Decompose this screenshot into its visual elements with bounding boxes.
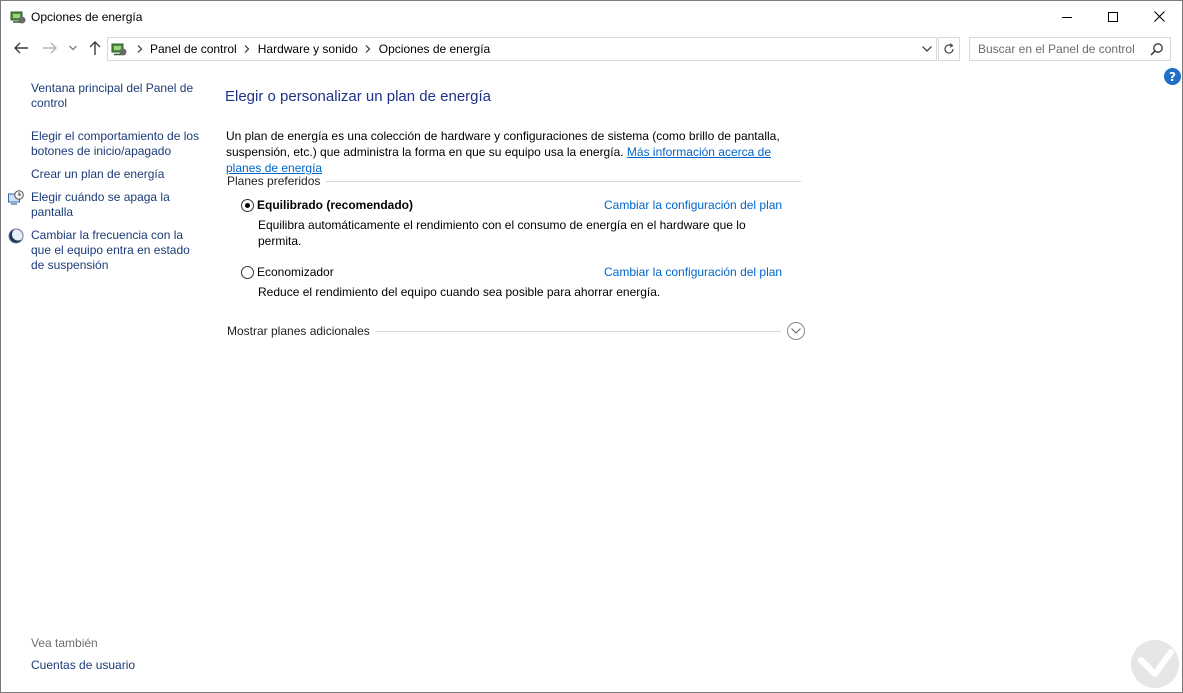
- up-button[interactable]: [86, 40, 104, 56]
- refresh-button[interactable]: [938, 37, 960, 61]
- see-also-heading: Vea también: [31, 636, 98, 650]
- sidebar-item-create-plan[interactable]: Crear un plan de energía: [31, 167, 201, 182]
- recent-locations-button[interactable]: [67, 40, 79, 56]
- search-box[interactable]: [969, 37, 1171, 61]
- help-button[interactable]: ?: [1164, 68, 1181, 85]
- sidebar-item-display-off[interactable]: Elegir cuándo se apaga la pantalla: [31, 190, 201, 220]
- chevron-right-icon[interactable]: [132, 45, 147, 53]
- arrow-up-icon: [89, 41, 101, 55]
- show-additional-plans[interactable]: Mostrar planes adicionales: [227, 322, 805, 340]
- breadcrumb-control-panel[interactable]: Panel de control: [147, 42, 240, 56]
- more-plans-label[interactable]: Mostrar planes adicionales: [227, 324, 376, 338]
- arrow-left-icon: [14, 42, 28, 54]
- window-title: Opciones de energía: [31, 10, 143, 24]
- refresh-icon: [944, 43, 954, 54]
- chevron-down-icon: [791, 328, 801, 334]
- expand-button[interactable]: [787, 322, 805, 340]
- plan-power-saver-description: Reduce el rendimiento del equipo cuando …: [258, 285, 661, 299]
- chevron-right-icon[interactable]: [361, 45, 376, 53]
- close-button[interactable]: [1136, 1, 1182, 32]
- forward-button[interactable]: [41, 40, 59, 56]
- search-input[interactable]: [970, 38, 1152, 60]
- breadcrumb-power-options[interactable]: Opciones de energía: [376, 42, 493, 56]
- plan-power-saver-change-link[interactable]: Cambiar la configuración del plan: [604, 265, 782, 279]
- plan-power-saver-name[interactable]: Economizador: [257, 265, 334, 279]
- address-dropdown-button[interactable]: [918, 38, 936, 60]
- navigation-bar: Panel de control Hardware y sonido Opcio…: [1, 32, 1182, 66]
- title-bar: Opciones de energía: [1, 1, 1182, 32]
- chevron-down-icon: [922, 46, 932, 52]
- divider: [375, 330, 781, 332]
- maximize-icon: [1108, 11, 1118, 22]
- address-bar[interactable]: Panel de control Hardware y sonido Opcio…: [107, 37, 937, 61]
- plan-balanced-radio[interactable]: [241, 199, 254, 212]
- divider: [326, 180, 801, 182]
- page-title: Elegir o personalizar un plan de energía: [225, 88, 492, 105]
- search-icon[interactable]: [1150, 42, 1164, 56]
- preferred-plans-header: Planes preferidos: [227, 173, 801, 189]
- see-also-user-accounts[interactable]: Cuentas de usuario: [31, 658, 201, 673]
- minimize-icon: [1062, 16, 1072, 18]
- sidebar-item-control-panel-home[interactable]: Ventana principal del Panel de control: [31, 81, 201, 111]
- plan-balanced: Equilibrado (recomendado) Cambiar la con…: [241, 198, 801, 249]
- close-icon: [1153, 11, 1165, 22]
- plan-power-saver-radio[interactable]: [241, 266, 254, 279]
- plan-balanced-description: Equilibra automáticamente el rendimiento…: [258, 218, 746, 248]
- section-heading: Planes preferidos: [227, 174, 321, 188]
- intro-paragraph: Un plan de energía es una colección de h…: [226, 128, 806, 176]
- power-options-icon: [10, 11, 26, 24]
- control-panel-window: Opciones de energía Panel de control Har…: [0, 0, 1183, 693]
- sidebar-item-sleep[interactable]: Cambiar la frecuencia con la que el equi…: [31, 228, 201, 273]
- sidebar-item-power-buttons[interactable]: Elegir el comportamiento de los botones …: [31, 129, 201, 159]
- breadcrumb-hardware-sound[interactable]: Hardware y sonido: [255, 42, 361, 56]
- breadcrumb: Panel de control Hardware y sonido Opcio…: [132, 38, 493, 60]
- plan-balanced-name[interactable]: Equilibrado (recomendado): [257, 198, 413, 212]
- power-options-icon: [111, 43, 127, 56]
- left-pane: Ventana principal del Panel de control E…: [1, 66, 206, 692]
- maximize-button[interactable]: [1090, 1, 1136, 32]
- watermark-logo: [1131, 640, 1179, 688]
- chevron-down-icon: [69, 45, 77, 51]
- chevron-right-icon[interactable]: [240, 45, 255, 53]
- clock-monitor-icon: [8, 190, 24, 205]
- plan-balanced-change-link[interactable]: Cambiar la configuración del plan: [604, 198, 782, 212]
- minimize-button[interactable]: [1044, 1, 1090, 32]
- arrow-right-icon: [43, 42, 57, 54]
- moon-icon: [8, 228, 24, 244]
- back-button[interactable]: [12, 40, 30, 56]
- plan-power-saver: Economizador Cambiar la configuración de…: [241, 265, 801, 300]
